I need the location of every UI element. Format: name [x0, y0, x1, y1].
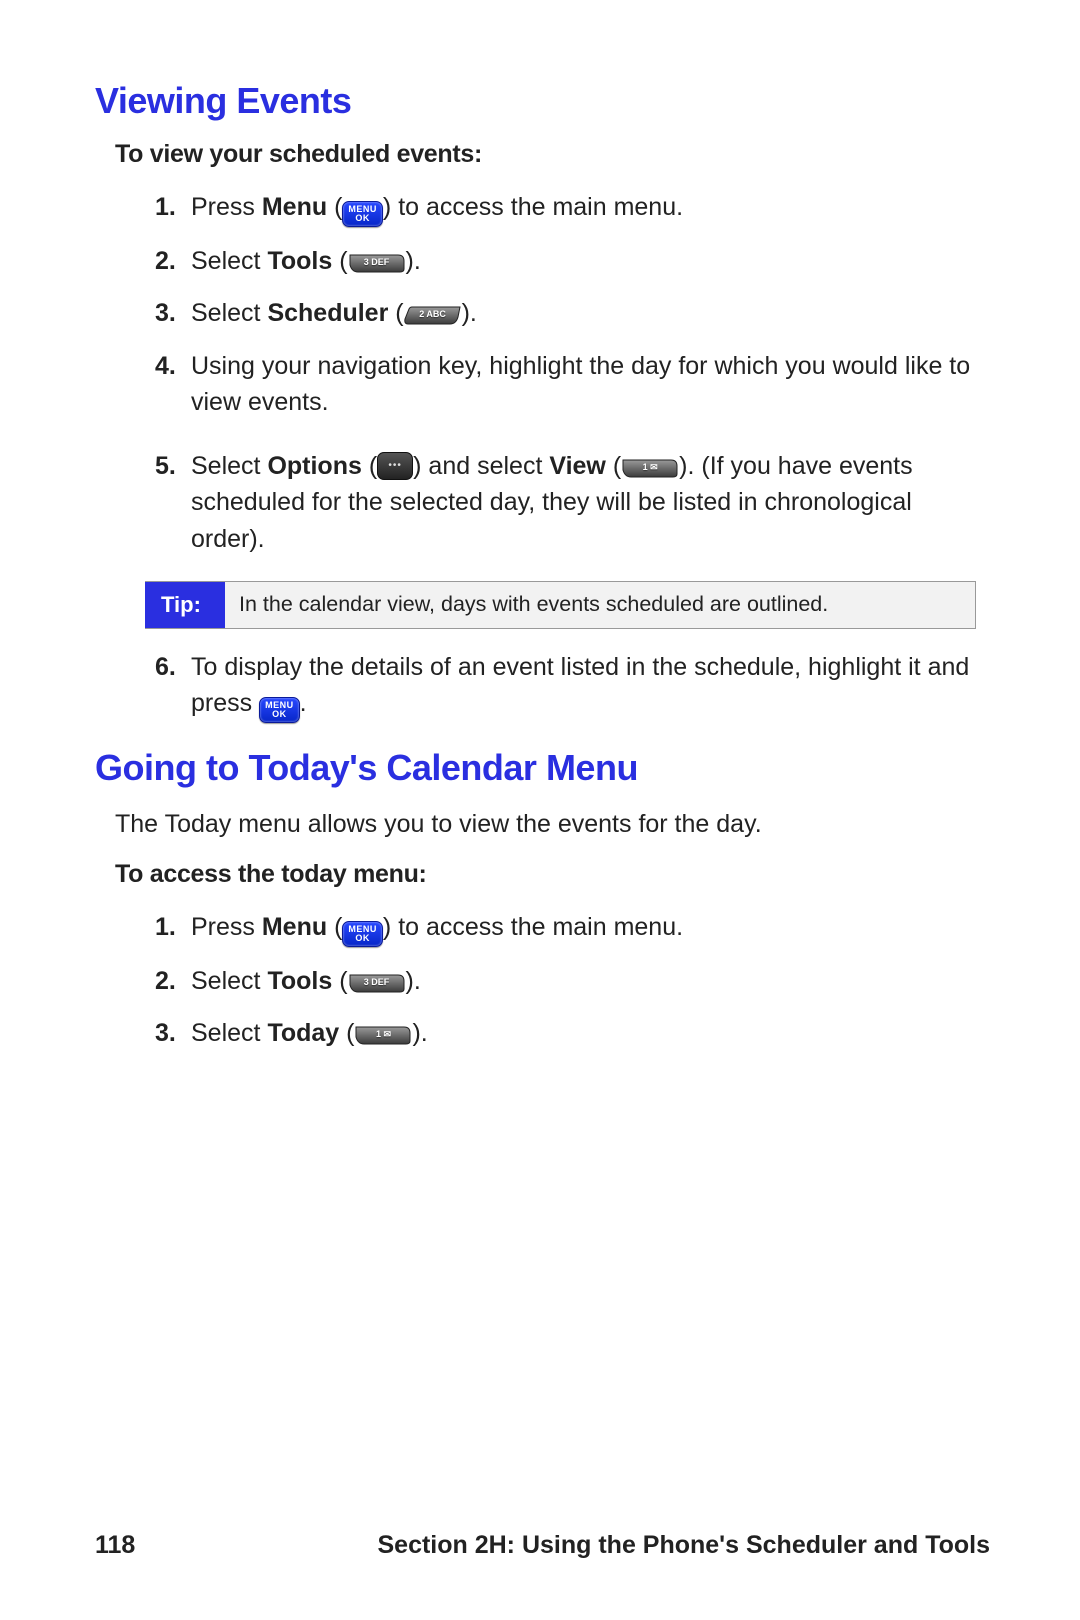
step-5: Select Options () and select View (1 ✉).… — [155, 448, 990, 557]
tip-text: In the calendar view, days with events s… — [225, 582, 975, 628]
today-intro: The Today menu allows you to view the ev… — [115, 807, 990, 842]
step-3: Select Scheduler (2 ABC). — [155, 295, 990, 331]
step-6: To display the details of an event liste… — [155, 649, 990, 723]
key-3-icon: 3 DEF — [348, 253, 406, 273]
page-footer: 118 Section 2H: Using the Phone's Schedu… — [95, 1531, 990, 1560]
softkey-icon — [377, 452, 413, 480]
steps-today: Press Menu (MENUOK) to access the main m… — [95, 909, 990, 1052]
subhead-view-events: To view your scheduled events: — [115, 140, 990, 169]
tip-label: Tip: — [145, 582, 225, 628]
key-2-icon: 2 ABC — [404, 305, 462, 325]
steps-view-events-cont: To display the details of an event liste… — [95, 649, 990, 723]
today-step-1: Press Menu (MENUOK) to access the main m… — [155, 909, 990, 947]
tip-box: Tip: In the calendar view, days with eve… — [145, 581, 976, 629]
step-4: Using your navigation key, highlight the… — [155, 348, 990, 421]
key-3-icon: 3 DEF — [348, 973, 406, 993]
manual-page: Viewing Events To view your scheduled ev… — [0, 0, 1080, 1620]
step-2: Select Tools (3 DEF). — [155, 243, 990, 279]
menu-ok-icon: MENUOK — [342, 201, 383, 227]
today-step-3: Select Today (1 ✉). — [155, 1015, 990, 1051]
key-1-icon: 1 ✉ — [621, 458, 679, 478]
key-1-icon: 1 ✉ — [354, 1025, 412, 1045]
heading-today-menu: Going to Today's Calendar Menu — [95, 747, 990, 789]
subhead-today: To access the today menu: — [115, 860, 990, 889]
steps-view-events: Press Menu (MENUOK) to access the main m… — [95, 189, 990, 557]
menu-ok-icon: MENUOK — [259, 697, 300, 723]
section-label: Section 2H: Using the Phone's Scheduler … — [377, 1531, 990, 1560]
step-1: Press Menu (MENUOK) to access the main m… — [155, 189, 990, 227]
menu-ok-icon: MENUOK — [342, 921, 383, 947]
page-number: 118 — [95, 1531, 135, 1560]
today-step-2: Select Tools (3 DEF). — [155, 963, 990, 999]
heading-viewing-events: Viewing Events — [95, 80, 990, 122]
